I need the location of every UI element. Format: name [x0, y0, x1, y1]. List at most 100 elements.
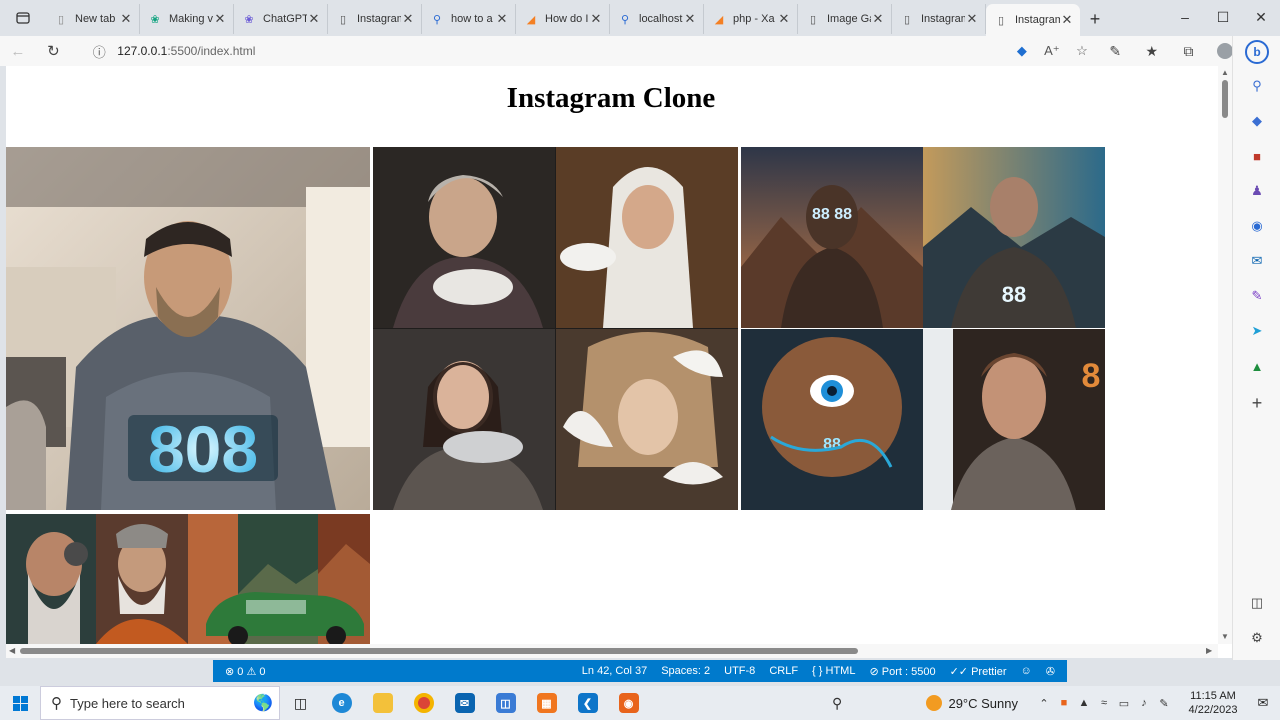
scroll-right-icon[interactable]: ▶	[1206, 646, 1212, 655]
vertical-scroll-thumb[interactable]	[1222, 80, 1228, 118]
designer-icon[interactable]: ✎	[1245, 284, 1269, 308]
photo-image: 88 88 88 88 8	[741, 147, 1105, 510]
site-info-icon[interactable]: ⓘ	[87, 42, 111, 61]
favorites-icon[interactable]: ★	[1134, 37, 1171, 65]
pen-icon[interactable]: ✎	[1154, 697, 1174, 710]
browser-tab[interactable]: ◢ How do I ✕	[516, 4, 610, 34]
close-tab-icon[interactable]: ✕	[589, 11, 603, 27]
browser-tab[interactable]: ▯ Instagram✕	[328, 4, 422, 34]
taskbar-app-edge[interactable]: e	[321, 686, 362, 720]
weather-widget[interactable]: 29°C Sunny	[926, 695, 1018, 711]
feedback-icon[interactable]: ☺	[1021, 665, 1032, 678]
browser-tab[interactable]: ⚲ how to a ✕	[422, 4, 516, 34]
edge-icon: e	[331, 693, 352, 713]
scroll-down-icon[interactable]: ▼	[1221, 632, 1229, 641]
battery-icon[interactable]: ▭	[1114, 697, 1134, 710]
close-tab-icon[interactable]: ✕	[119, 11, 133, 27]
gallery-photo[interactable]	[373, 147, 738, 510]
close-tab-icon[interactable]: ✕	[495, 11, 509, 27]
tray-expand-icon[interactable]: ⌃	[1034, 697, 1054, 710]
gallery-photo[interactable]	[6, 514, 370, 644]
browser-tab[interactable]: ▯ Instagram✕	[892, 4, 986, 34]
taskbar-app-explorer[interactable]	[362, 686, 403, 720]
tools-briefcase-icon[interactable]: ■	[1245, 144, 1269, 168]
shopping-tag-icon[interactable]: ◆	[1245, 109, 1269, 133]
volume-icon[interactable]: ♪	[1134, 697, 1154, 709]
taskbar-app-vscode[interactable]: ❮	[567, 686, 608, 720]
close-tab-icon[interactable]: ✕	[871, 11, 885, 27]
tab-actions-button[interactable]	[0, 0, 46, 36]
recording-icon[interactable]: ■	[1054, 697, 1074, 709]
gallery-photo[interactable]: 88 88 88 88 8	[741, 147, 1105, 510]
close-tab-icon[interactable]: ✕	[965, 11, 979, 27]
start-button[interactable]	[0, 686, 40, 720]
close-tab-icon[interactable]: ✕	[777, 11, 791, 27]
add-icon[interactable]: +	[1245, 391, 1269, 415]
problems-indicator[interactable]: ⊗ 0 ⚠ 0	[225, 665, 266, 678]
address-url[interactable]: 127.0.0.1:5500/index.html	[117, 44, 255, 58]
tab-title: Instagram	[1015, 14, 1060, 26]
line-ending[interactable]: CRLF	[769, 665, 798, 678]
hide-sidebar-icon[interactable]: ◫	[1245, 591, 1269, 615]
address-bar[interactable]: ⓘ 127.0.0.1:5500/index.html ◆ A⁺ ☆	[87, 37, 1097, 65]
notification-center-icon[interactable]: ✉	[1246, 695, 1280, 711]
close-tab-icon[interactable]: ✕	[401, 11, 415, 27]
horizontal-scroll-thumb[interactable]	[20, 648, 858, 654]
read-aloud-icon[interactable]: A⁺	[1037, 43, 1067, 59]
gallery-photo[interactable]: 808	[6, 147, 370, 510]
wifi-icon[interactable]: ≈	[1094, 697, 1114, 709]
notifications-bell-icon[interactable]: ✇	[1046, 665, 1055, 678]
close-tab-icon[interactable]: ✕	[213, 11, 227, 27]
outlook-icon[interactable]: ✉	[1245, 249, 1269, 273]
live-server-port[interactable]: ⊘ Port : 5500	[869, 665, 935, 678]
taskbar-search-box[interactable]: ⚲ Type here to search 🌎	[40, 686, 280, 720]
prettier-status[interactable]: ✓✓ Prettier	[950, 665, 1007, 678]
people-icon[interactable]: ⚲	[832, 695, 842, 712]
new-tab-button[interactable]: +	[1080, 4, 1110, 34]
refresh-button[interactable]: ↻	[36, 37, 72, 65]
browser-tab[interactable]: ▯ New tab ✕	[46, 4, 140, 34]
browser-tab[interactable]: ◢ php - Xa ✕	[704, 4, 798, 34]
photo-image: 808	[6, 147, 370, 510]
network-icon[interactable]: ▲	[1074, 697, 1094, 709]
collections-icon[interactable]: ⧉	[1170, 37, 1207, 65]
office-icon[interactable]: ◉	[1245, 214, 1269, 238]
extensions-icon[interactable]: ✎	[1097, 37, 1134, 65]
drop-icon[interactable]: ➤	[1245, 319, 1269, 343]
tree-icon[interactable]: ▲	[1245, 354, 1269, 378]
horizontal-scrollbar[interactable]: ◀ ▶	[6, 644, 1218, 658]
taskbar-app-xampp[interactable]: ▦	[526, 686, 567, 720]
scroll-up-icon[interactable]: ▲	[1221, 68, 1229, 77]
browser-tab[interactable]: ❀ Making v ✕	[140, 4, 234, 34]
vertical-scrollbar[interactable]: ▲ ▼	[1218, 66, 1232, 644]
browser-tab[interactable]: ⚲ localhost ✕	[610, 4, 704, 34]
indentation-setting[interactable]: Spaces: 2	[661, 665, 710, 678]
file-encoding[interactable]: UTF-8	[724, 665, 755, 678]
browser-tab[interactable]: ▯ Instagram✕	[986, 4, 1080, 36]
bing-icon[interactable]: b	[1245, 40, 1269, 64]
favorite-add-icon[interactable]: ☆	[1067, 43, 1097, 59]
browser-tab[interactable]: ❀ ChatGPT ✕	[234, 4, 328, 34]
games-icon[interactable]: ♟	[1245, 179, 1269, 203]
shield-icon[interactable]: ◆	[1007, 43, 1037, 59]
taskbar-clock[interactable]: 11:15 AM 4/22/2023	[1180, 689, 1246, 717]
settings-gear-icon[interactable]: ⚙	[1245, 626, 1269, 650]
close-window-button[interactable]: ✕	[1242, 0, 1280, 34]
close-tab-icon[interactable]: ✕	[307, 11, 321, 27]
cursor-position[interactable]: Ln 42, Col 37	[582, 665, 647, 678]
language-mode[interactable]: { } HTML	[812, 665, 855, 678]
taskbar-app-chrome[interactable]	[403, 686, 444, 720]
back-button[interactable]: ←	[0, 37, 36, 65]
close-tab-icon[interactable]: ✕	[1060, 12, 1074, 28]
maximize-button[interactable]: ☐	[1204, 0, 1242, 34]
taskbar-app-store[interactable]: ◫	[485, 686, 526, 720]
scroll-left-icon[interactable]: ◀	[9, 646, 15, 655]
browser-tab[interactable]: ▯ Image Ga ✕	[798, 4, 892, 34]
clock-time: 11:15 AM	[1190, 690, 1236, 702]
taskbar-app-recorder[interactable]: ◉	[608, 686, 649, 720]
task-view-button[interactable]: ◫	[280, 686, 321, 720]
close-tab-icon[interactable]: ✕	[683, 11, 697, 27]
taskbar-app-mail[interactable]: ✉	[444, 686, 485, 720]
minimize-button[interactable]: –	[1166, 0, 1204, 34]
search-icon[interactable]: ⚲	[1245, 74, 1269, 98]
